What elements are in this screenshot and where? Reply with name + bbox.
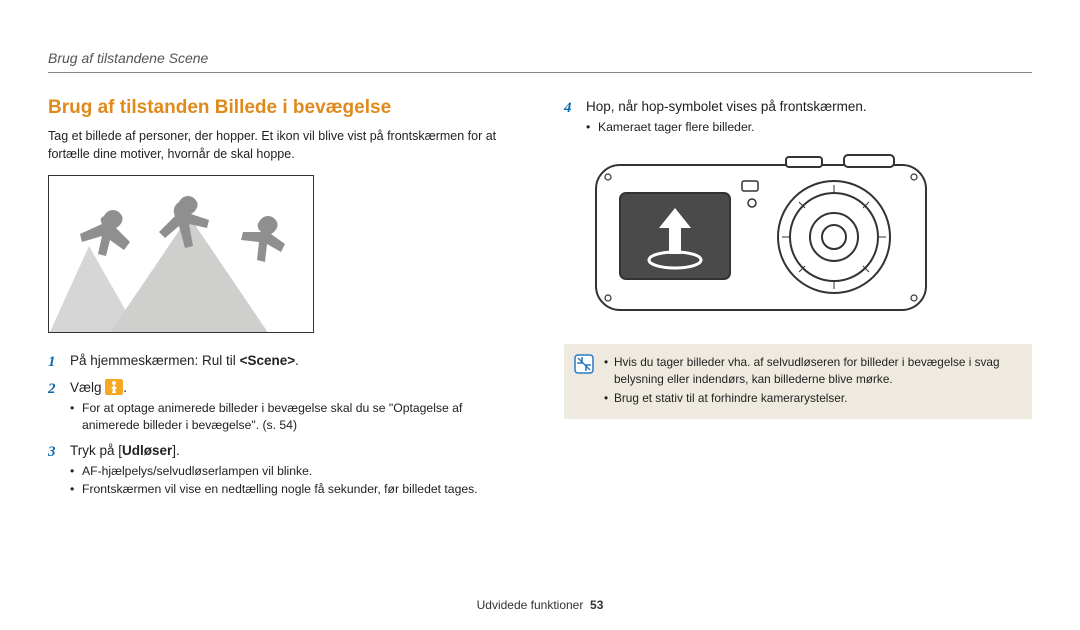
step-number: 1 <box>48 351 56 374</box>
list-item: For at optage animerede billeder i bevæg… <box>70 400 516 435</box>
step-2: 2 Vælg . For at optage animerede billede… <box>48 378 516 436</box>
list-item: Kameraet tager flere billeder. <box>586 119 1032 137</box>
jumping-illustration <box>48 175 314 333</box>
jump-mode-icon <box>105 379 123 395</box>
note-box: Hvis du tager billeder vha. af selvudløs… <box>564 344 1032 419</box>
intro-paragraph: Tag et billede af personer, der hopper. … <box>48 127 516 163</box>
step-1-scene: <Scene> <box>240 353 296 368</box>
step-3: 3 Tryk på [Udløser]. AF-hjælpelys/selvud… <box>48 441 516 499</box>
step-3-text-pre: Tryk på [ <box>70 443 122 458</box>
running-head: Brug af tilstandene Scene <box>48 50 1032 66</box>
page-footer: Udvidede funktioner 53 <box>0 598 1080 612</box>
note-icon <box>574 354 594 409</box>
steps-right: 4 Hop, når hop-symbolet vises på frontsk… <box>564 97 1032 137</box>
step-4-bullets: Kameraet tager flere billeder. <box>586 119 1032 137</box>
step-number: 4 <box>564 97 572 120</box>
step-2-text: Vælg <box>70 380 105 395</box>
step-number: 2 <box>48 378 56 401</box>
page-root: Brug af tilstandene Scene Brug af tilsta… <box>0 0 1080 630</box>
step-2-dot: . <box>123 380 127 395</box>
camera-svg <box>586 143 936 323</box>
list-item: Hvis du tager billeder vha. af selvudløs… <box>604 354 1018 388</box>
list-item: AF-hjælpelys/selvudløserlampen vil blink… <box>70 463 516 481</box>
step-2-bullets: For at optage animerede billeder i bevæg… <box>70 400 516 435</box>
steps-left: 1 På hjemmeskærmen: Rul til <Scene>. 2 V… <box>48 351 516 499</box>
step-3-udloser: Udløser <box>122 443 172 458</box>
right-column: 4 Hop, når hop-symbolet vises på frontsk… <box>564 97 1032 505</box>
content-columns: Brug af tilstanden Billede i bevægelse T… <box>48 97 1032 505</box>
section-title: Brug af tilstanden Billede i bevægelse <box>48 97 516 119</box>
jumping-illustration-svg <box>49 176 314 333</box>
footer-section: Udvidede funktioner <box>477 598 584 612</box>
step-1: 1 På hjemmeskærmen: Rul til <Scene>. <box>48 351 516 371</box>
step-3-bullets: AF-hjælpelys/selvudløserlampen vil blink… <box>70 463 516 498</box>
camera-illustration <box>586 143 936 328</box>
step-3-text-post: ]. <box>172 443 180 458</box>
step-1-text-pre: På hjemmeskærmen: Rul til <box>70 353 240 368</box>
header-divider <box>48 72 1032 73</box>
left-column: Brug af tilstanden Billede i bevægelse T… <box>48 97 516 505</box>
step-1-text-post: . <box>295 353 299 368</box>
list-item: Frontskærmen vil vise en nedtælling nogl… <box>70 481 516 499</box>
list-item: Brug et stativ til at forhindre kamerary… <box>604 390 1018 407</box>
note-list: Hvis du tager billeder vha. af selvudløs… <box>604 354 1018 409</box>
step-4: 4 Hop, når hop-symbolet vises på frontsk… <box>564 97 1032 137</box>
step-number: 3 <box>48 441 56 464</box>
step-4-text: Hop, når hop-symbolet vises på frontskær… <box>586 99 867 114</box>
footer-page-number: 53 <box>590 598 603 612</box>
